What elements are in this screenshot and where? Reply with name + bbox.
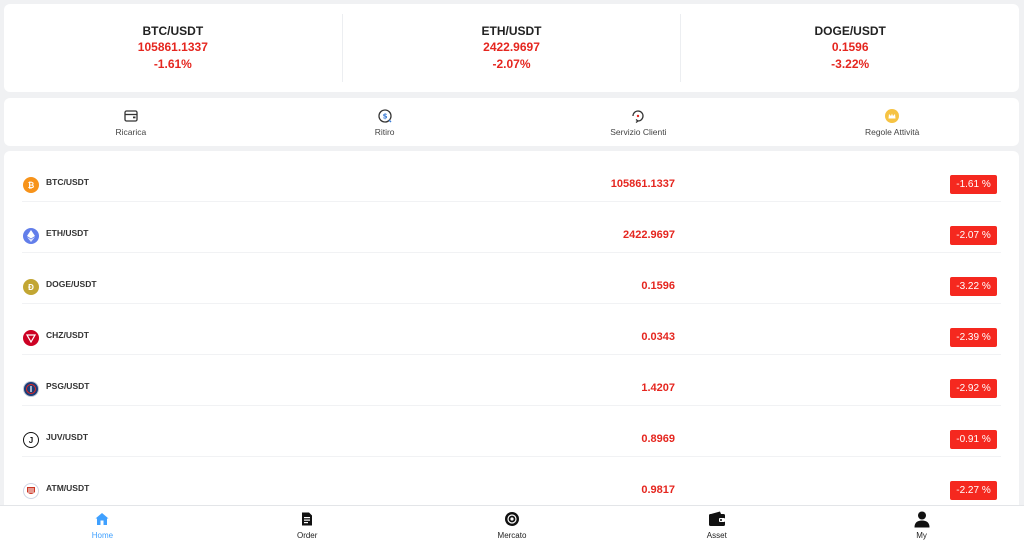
menu-item-servizio-clienti[interactable]: Servizio Clienti [512, 98, 766, 146]
svg-text:$: $ [382, 112, 387, 120]
market-row-eth[interactable]: ETH/USDT 2422.9697 -2.07 % [22, 202, 1001, 253]
coin-pair: PSG/USDT [46, 381, 90, 391]
withdraw-icon: $ [377, 108, 393, 124]
change-badge: -0.91 % [950, 430, 997, 449]
coin-price: 0.8969 [641, 433, 675, 445]
chz-icon [23, 330, 39, 346]
ticker-pair: ETH/USDT [481, 24, 542, 38]
coin-price: 0.9817 [641, 484, 675, 496]
ticker-price: 105861.1337 [137, 40, 208, 54]
market-row-chz[interactable]: CHZ/USDT 0.0343 -2.39 % [22, 304, 1001, 355]
juv-icon: J [23, 432, 39, 448]
ticker-summary-card: BTC/USDT 105861.1337 -1.61% ETH/USDT 242… [4, 4, 1019, 92]
ticker-price: 0.1596 [831, 40, 869, 54]
change-badge: -2.27 % [950, 481, 997, 500]
coin-pair: JUV/USDT [46, 432, 89, 442]
quick-menu: Ricarica $ Ritiro Servizio Clienti Regol… [4, 98, 1019, 146]
customer-service-icon [630, 108, 646, 124]
ticker-change: -2.07% [492, 57, 531, 71]
market-list: ₿ BTC/USDT 105861.1337 -1.61 % ETH/USDT … [4, 151, 1019, 511]
tab-home[interactable]: Home [0, 506, 205, 544]
menu-item-ricarica[interactable]: Ricarica [4, 98, 258, 146]
change-badge: -2.07 % [950, 226, 997, 245]
market-row-psg[interactable]: PSG/USDT 1.4207 -2.92 % [22, 355, 1001, 406]
tab-label: My [916, 531, 927, 540]
coin-price: 105861.1337 [610, 178, 675, 190]
btc-icon: ₿ [23, 177, 39, 193]
tab-order[interactable]: Order [205, 506, 410, 544]
tab-label: Order [296, 531, 318, 540]
menu-label: Ricarica [115, 126, 147, 137]
tab-label: Mercato [497, 531, 527, 540]
ticker-price: 2422.9697 [483, 40, 540, 54]
market-row-juv[interactable]: J JUV/USDT 0.8969 -0.91 % [22, 406, 1001, 457]
crown-icon [884, 108, 900, 124]
wallet-icon [708, 510, 726, 528]
tab-label: Home [91, 531, 114, 540]
change-badge: -1.61 % [950, 175, 997, 194]
market-row-doge[interactable]: Ð DOGE/USDT 0.1596 -3.22 % [22, 253, 1001, 304]
change-badge: -3.22 % [950, 277, 997, 296]
market-row-btc[interactable]: ₿ BTC/USDT 105861.1337 -1.61 % [22, 151, 1001, 202]
tab-asset[interactable]: Asset [614, 506, 819, 544]
change-badge: -2.39 % [950, 328, 997, 347]
ticker-pair: BTC/USDT [142, 24, 204, 38]
tab-mercato[interactable]: Mercato [410, 506, 615, 544]
menu-label: Ritiro [374, 126, 395, 137]
tab-label: Asset [706, 531, 727, 540]
coin-price: 0.1596 [641, 280, 675, 292]
menu-item-ritiro[interactable]: $ Ritiro [258, 98, 512, 146]
ticker-change: -1.61% [153, 57, 192, 71]
menu-label: Regole Attività [864, 126, 920, 137]
ticker-pair: DOGE/USDT [814, 24, 886, 38]
home-icon [93, 510, 111, 528]
tab-my[interactable]: My [819, 506, 1024, 544]
wallet-card-icon [123, 108, 139, 124]
coin-pair: CHZ/USDT [46, 330, 89, 340]
coin-price: 0.0343 [641, 331, 675, 343]
bottom-tab-bar: Home Order Mercato Asset My [0, 505, 1024, 544]
menu-label: Servizio Clienti [610, 126, 667, 137]
ticker-eth[interactable]: ETH/USDT 2422.9697 -2.07% [343, 14, 682, 82]
menu-item-regole-attivita[interactable]: Regole Attività [765, 98, 1019, 146]
coin-pair: ATM/USDT [46, 483, 90, 493]
atm-icon [23, 483, 39, 499]
ticker-change: -3.22% [831, 57, 870, 71]
coin-pair: DOGE/USDT [46, 279, 97, 289]
ticker-btc[interactable]: BTC/USDT 105861.1337 -1.61% [4, 14, 343, 82]
order-icon [298, 510, 316, 528]
psg-icon [23, 381, 39, 397]
coin-price: 2422.9697 [623, 229, 675, 241]
user-icon [913, 510, 931, 528]
doge-icon: Ð [23, 279, 39, 295]
coin-pair: BTC/USDT [46, 177, 89, 187]
coin-price: 1.4207 [641, 382, 675, 394]
eth-icon [23, 228, 39, 244]
market-row-atm[interactable]: ATM/USDT 0.9817 -2.27 % [22, 457, 1001, 508]
change-badge: -2.92 % [950, 379, 997, 398]
ticker-doge[interactable]: DOGE/USDT 0.1596 -3.22% [681, 14, 1019, 82]
market-icon [503, 510, 521, 528]
coin-pair: ETH/USDT [46, 228, 89, 238]
